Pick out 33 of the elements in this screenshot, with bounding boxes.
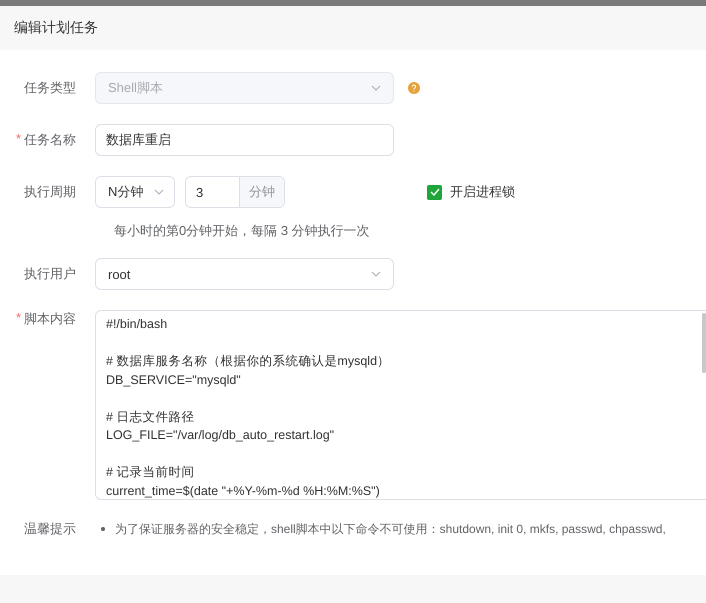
code-line: LOG_FILE="/var/log/db_auto_restart.log" <box>106 427 336 444</box>
minutes-input[interactable]: 3 分钟 <box>185 176 285 208</box>
field-label: 温馨提示 <box>24 520 76 538</box>
field-label: 执行周期 <box>24 183 76 201</box>
checkbox[interactable] <box>427 184 442 200</box>
period-select[interactable]: N分钟 <box>95 176 175 208</box>
tip-text: 为了保证服务器的安全稳定，shell脚本中以下命令不可使用：shutdown, init 0, mkfs, passwd, chpasswd, <box>115 520 666 538</box>
code-line: current_time=$(date "+%Y-%m-%d %H:%M:%S") <box>106 482 381 499</box>
field-label: 任务类型 <box>24 79 76 97</box>
scrollbar-thumb[interactable] <box>702 313 706 373</box>
user-select[interactable]: root <box>95 258 394 290</box>
required-mark: * <box>16 310 21 327</box>
chevron-down-icon <box>371 271 381 277</box>
field-label: 执行用户 <box>24 265 76 283</box>
checkbox-label[interactable]: 开启进程锁 <box>450 183 515 201</box>
chevron-down-icon <box>371 85 381 91</box>
bullet-icon <box>101 527 105 531</box>
field-label: 任务名称 <box>24 131 76 149</box>
field-label: 脚本内容 <box>24 310 76 328</box>
chevron-down-icon <box>154 189 164 195</box>
script-textarea[interactable]: #!/bin/bash # 数据库服务名称（根据你的系统确认是mysqld） DB_SERVICE="mysqld" # 日志文件路径 LOG_FILE="/var/log/db_auto_restart.log" # 记录当前时间 current_time=$(date "+%Y-%m-%d %H:%M:%S") <box>95 310 706 500</box>
required-mark: * <box>16 131 21 148</box>
code-line: DB_SERVICE="mysqld" <box>106 372 242 389</box>
code-line: # 数据库服务名称（根据你的系统确认是mysqld） <box>106 353 392 370</box>
help-icon[interactable] <box>408 82 420 94</box>
task-name-input[interactable]: 数据库重启 <box>95 124 394 156</box>
dialog-title: 编辑计划任务 <box>14 19 98 37</box>
code-line: #!/bin/bash <box>106 316 168 333</box>
check-icon <box>430 188 440 196</box>
unit-label: 分钟 <box>239 177 284 207</box>
schedule-hint: 每小时的第0分钟开始，每隔 3 分钟执行一次 <box>114 223 370 238</box>
code-line: # 记录当前时间 <box>106 464 196 481</box>
code-line: # 日志文件路径 <box>106 408 196 426</box>
